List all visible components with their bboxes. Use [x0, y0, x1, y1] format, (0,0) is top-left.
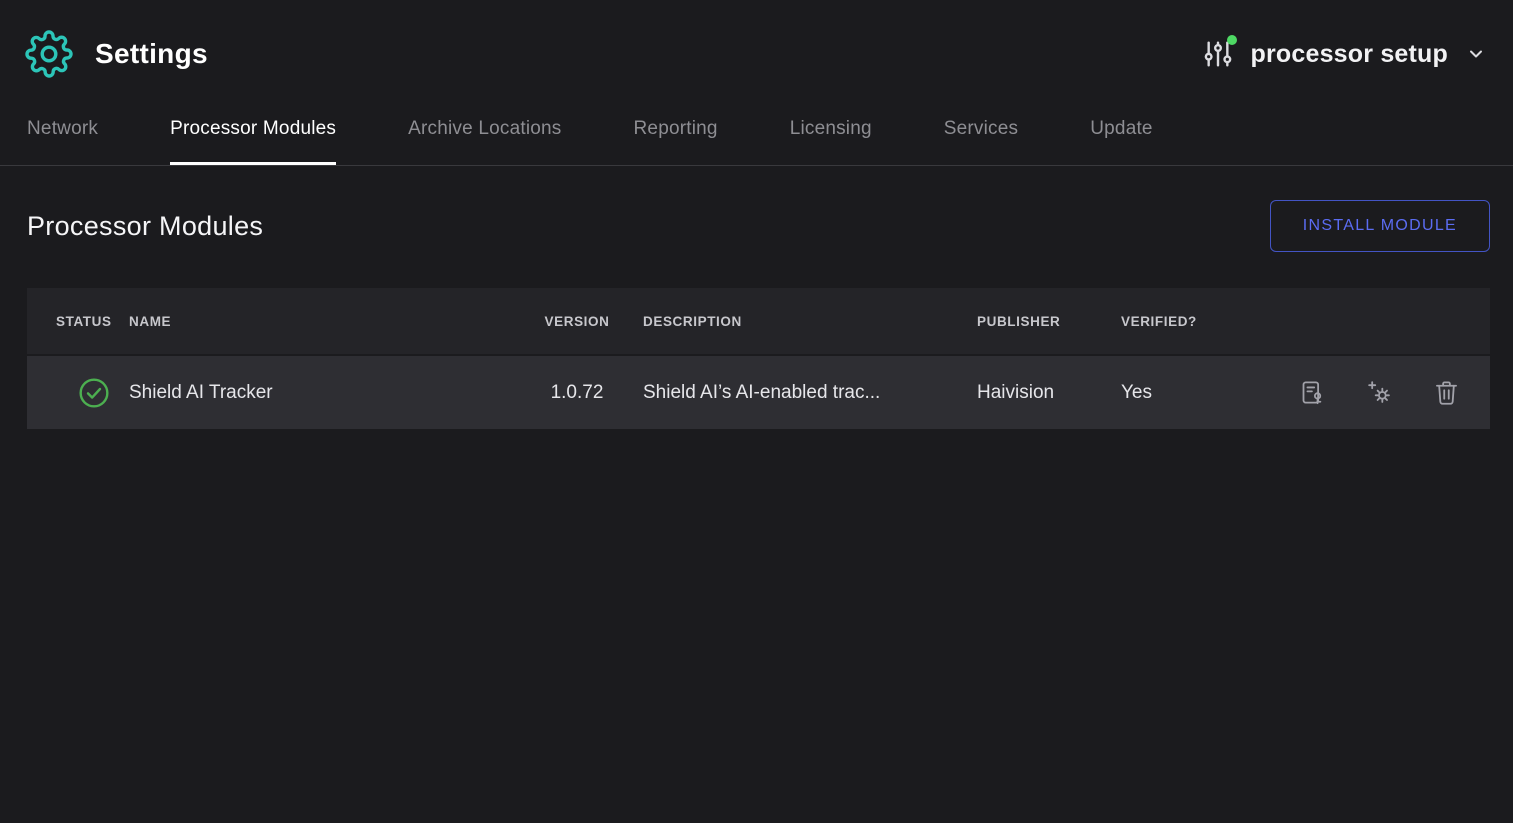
check-circle-icon [78, 377, 110, 409]
tab-services[interactable]: Services [944, 118, 1018, 165]
header-left: Settings [25, 30, 208, 78]
module-description: Shield AI’s AI-enabled trac... [643, 382, 977, 404]
chevron-down-icon [1466, 44, 1486, 64]
processor-setup-label: processor setup [1250, 40, 1448, 69]
column-header-verified: VERIFIED? [1121, 314, 1241, 329]
settings-gear-icon [25, 30, 73, 78]
module-name: Shield AI Tracker [129, 382, 537, 404]
column-header-version: VERSION [537, 314, 617, 329]
tab-network[interactable]: Network [27, 118, 98, 165]
sliders-icon [1202, 37, 1234, 71]
license-document-icon[interactable] [1299, 379, 1326, 406]
column-header-publisher: PUBLISHER [977, 314, 1121, 329]
tab-reporting[interactable]: Reporting [634, 118, 718, 165]
tab-update[interactable]: Update [1090, 118, 1152, 165]
module-actions [1299, 379, 1490, 406]
online-status-dot [1227, 35, 1237, 45]
table-header-row: STATUS NAME VERSION DESCRIPTION PUBLISHE… [27, 288, 1490, 356]
column-header-description: DESCRIPTION [643, 314, 977, 329]
module-publisher: Haivision [977, 382, 1121, 404]
column-header-name: NAME [129, 314, 537, 329]
tab-licensing[interactable]: Licensing [790, 118, 872, 165]
processor-setup-menu[interactable]: processor setup [1202, 37, 1486, 71]
page-title: Processor Modules [27, 211, 263, 242]
app-title: Settings [95, 38, 208, 70]
modules-table: STATUS NAME VERSION DESCRIPTION PUBLISHE… [27, 288, 1490, 429]
module-status-cell [27, 377, 129, 409]
install-module-button[interactable]: INSTALL MODULE [1270, 200, 1490, 252]
column-header-status: STATUS [27, 314, 129, 329]
module-settings-icon[interactable] [1366, 379, 1393, 406]
settings-tabs: Network Processor Modules Archive Locati… [0, 104, 1513, 166]
module-version: 1.0.72 [537, 382, 617, 404]
settings-page: Settings processor setup [0, 0, 1513, 823]
page-head: Processor Modules INSTALL MODULE [0, 166, 1513, 252]
module-verified: Yes [1121, 382, 1241, 404]
header: Settings processor setup [0, 0, 1513, 104]
trash-icon[interactable] [1433, 379, 1460, 406]
table-row: Shield AI Tracker 1.0.72 Shield AI’s AI-… [27, 356, 1490, 429]
tab-processor-modules[interactable]: Processor Modules [170, 118, 336, 165]
tab-archive-locations[interactable]: Archive Locations [408, 118, 561, 165]
